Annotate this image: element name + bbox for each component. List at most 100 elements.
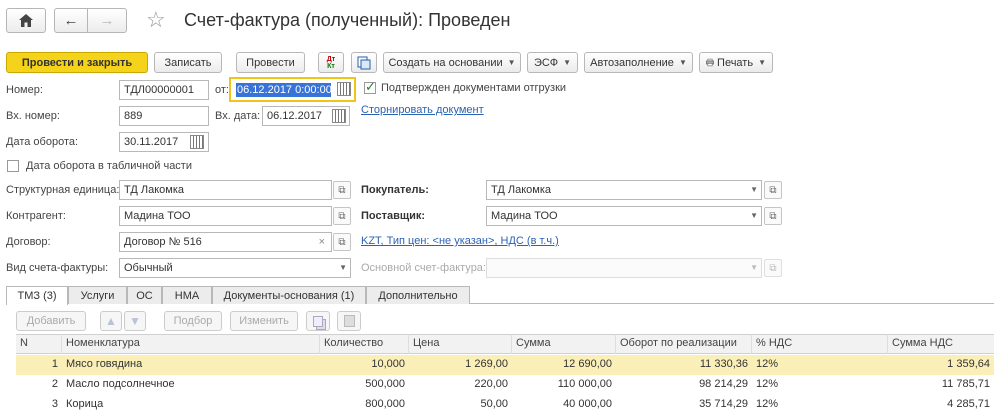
- price-type-link[interactable]: KZT, Тип цен: <не указан>, НДС (в т.ч.): [361, 235, 559, 247]
- favorite-star-icon[interactable]: ☆: [146, 8, 166, 32]
- open-icon[interactable]: ⧉: [764, 181, 782, 199]
- row-turnover[interactable]: 98 214,29: [616, 375, 752, 395]
- row-turnover[interactable]: 11 330,36: [616, 355, 752, 375]
- buyer-value: ТД Лакомка: [491, 184, 551, 196]
- turnover-in-table-checkbox[interactable]: [7, 160, 19, 172]
- tab-intangible[interactable]: НМА: [162, 286, 212, 304]
- col-item-header[interactable]: Номенклатура: [62, 334, 320, 354]
- col-qty-header[interactable]: Количество: [320, 334, 409, 354]
- dt-kt-button[interactable]: Дт Кт: [318, 52, 344, 73]
- col-n-header[interactable]: N: [16, 334, 62, 354]
- buyer-field[interactable]: ТД Лакомка ▼: [486, 180, 762, 200]
- tab-additional[interactable]: Дополнительно: [366, 286, 470, 304]
- move-up-button[interactable]: ▲: [100, 311, 122, 331]
- row-sum[interactable]: 40 000,00: [512, 395, 616, 415]
- chevron-down-icon: ▼: [750, 263, 758, 272]
- col-price-header[interactable]: Цена: [409, 334, 512, 354]
- table-row[interactable]: 3 Корица 800,000 50,00 40 000,00 35 714,…: [16, 395, 994, 415]
- print-label: Печать: [717, 56, 754, 69]
- number-field[interactable]: ТДЛ00000001: [119, 80, 209, 100]
- supplier-field[interactable]: Мадина ТОО ▼: [486, 206, 762, 226]
- open-icon[interactable]: ⧉: [333, 181, 351, 199]
- chevron-down-icon[interactable]: ▼: [339, 263, 347, 272]
- row-qty[interactable]: 500,000: [320, 375, 409, 395]
- from-label: от:: [215, 84, 229, 96]
- row-item[interactable]: Корица: [62, 395, 320, 415]
- row-item[interactable]: Мясо говядина: [62, 355, 320, 375]
- reverse-document-link[interactable]: Сторнировать документ: [361, 104, 484, 116]
- post-button[interactable]: Провести: [236, 52, 305, 73]
- paste-button[interactable]: [337, 311, 361, 331]
- pick-button[interactable]: Подбор: [164, 311, 222, 331]
- row-turnover[interactable]: 35 714,29: [616, 395, 752, 415]
- table-row[interactable]: 2 Масло подсолнечное 500,000 220,00 110 …: [16, 375, 994, 395]
- col-vat-sum-header[interactable]: Сумма НДС: [888, 334, 994, 354]
- open-icon[interactable]: ⧉: [764, 207, 782, 225]
- invoice-type-field[interactable]: Обычный ▼: [119, 258, 351, 278]
- struct-unit-label: Структурная единица:: [6, 184, 120, 196]
- chevron-down-icon: ▼: [507, 58, 516, 67]
- row-vat-sum[interactable]: 1 359,64: [888, 355, 994, 375]
- counterparty-field[interactable]: Мадина ТОО: [119, 206, 332, 226]
- create-based-on-dropdown[interactable]: Создать на основании ▼: [383, 52, 521, 73]
- buyer-label: Покупатель:: [361, 184, 429, 196]
- confirmed-checkbox[interactable]: ✓: [364, 79, 376, 94]
- invoice-type-value: Обычный: [124, 262, 173, 274]
- calendar-icon[interactable]: [337, 82, 351, 96]
- move-down-button[interactable]: ▼: [124, 311, 146, 331]
- row-price[interactable]: 50,00: [409, 395, 512, 415]
- row-price[interactable]: 220,00: [409, 375, 512, 395]
- structure-icon: [357, 56, 371, 69]
- clear-icon[interactable]: ×: [319, 236, 325, 248]
- col-turnover-header[interactable]: Оборот по реализации: [616, 334, 752, 354]
- esf-dropdown[interactable]: ЭСФ ▼: [527, 52, 578, 73]
- chevron-down-icon[interactable]: ▼: [750, 185, 758, 194]
- col-sum-header[interactable]: Сумма: [512, 334, 616, 354]
- row-qty[interactable]: 800,000: [320, 395, 409, 415]
- forward-button[interactable]: →: [87, 8, 127, 33]
- row-item[interactable]: Масло подсолнечное: [62, 375, 320, 395]
- open-icon[interactable]: ⧉: [333, 233, 351, 251]
- edit-button[interactable]: Изменить: [230, 311, 298, 331]
- tab-services[interactable]: Услуги: [68, 286, 127, 304]
- row-price[interactable]: 1 269,00: [409, 355, 512, 375]
- back-button[interactable]: ←: [54, 8, 88, 33]
- row-qty[interactable]: 10,000: [320, 355, 409, 375]
- create-based-label: Создать на основании: [388, 56, 503, 69]
- row-vat-sum[interactable]: 4 285,71: [888, 395, 994, 415]
- calendar-icon[interactable]: [190, 135, 204, 149]
- row-vat-rate[interactable]: 12%: [752, 395, 888, 415]
- post-and-close-button[interactable]: Провести и закрыть: [6, 52, 148, 73]
- print-dropdown[interactable]: Печать ▼: [699, 52, 773, 73]
- copy-button[interactable]: [306, 311, 330, 331]
- tab-tmz[interactable]: ТМЗ (3): [6, 286, 68, 305]
- tab-base-documents[interactable]: Документы-основания (1): [212, 286, 366, 304]
- row-sum[interactable]: 110 000,00: [512, 375, 616, 395]
- date-field[interactable]: 06.12.2017 0:00:00: [229, 77, 356, 102]
- autofill-dropdown[interactable]: Автозаполнение ▼: [584, 52, 693, 73]
- save-button[interactable]: Записать: [154, 52, 222, 73]
- turnover-date-value: 30.11.2017: [124, 136, 179, 148]
- dt-kt-icon: Дт Кт: [326, 55, 336, 70]
- struct-unit-field[interactable]: ТД Лакомка: [119, 180, 332, 200]
- contract-field[interactable]: Договор № 516 ×: [119, 232, 332, 252]
- row-vat-rate[interactable]: 12%: [752, 355, 888, 375]
- home-icon: [19, 14, 33, 27]
- home-button[interactable]: [6, 8, 46, 33]
- chevron-down-icon[interactable]: ▼: [750, 211, 758, 220]
- row-sum[interactable]: 12 690,00: [512, 355, 616, 375]
- tab-fixed-assets[interactable]: ОС: [127, 286, 162, 304]
- add-row-button[interactable]: Добавить: [16, 311, 86, 331]
- turnover-date-label: Дата оборота:: [6, 136, 79, 148]
- open-icon[interactable]: ⧉: [333, 207, 351, 225]
- calendar-icon[interactable]: [332, 109, 346, 123]
- col-vat-rate-header[interactable]: % НДС: [752, 334, 888, 354]
- in-number-field[interactable]: 889: [119, 106, 209, 126]
- row-vat-sum[interactable]: 11 785,71: [888, 375, 994, 395]
- supplier-value: Мадина ТОО: [491, 210, 558, 222]
- table-row[interactable]: 1 Мясо говядина 10,000 1 269,00 12 690,0…: [16, 355, 994, 375]
- row-vat-rate[interactable]: 12%: [752, 375, 888, 395]
- page-title: Счет-фактура (полученный): Проведен: [184, 10, 511, 30]
- in-date-value: 06.12.2017: [267, 110, 323, 122]
- structure-button[interactable]: [351, 52, 377, 73]
